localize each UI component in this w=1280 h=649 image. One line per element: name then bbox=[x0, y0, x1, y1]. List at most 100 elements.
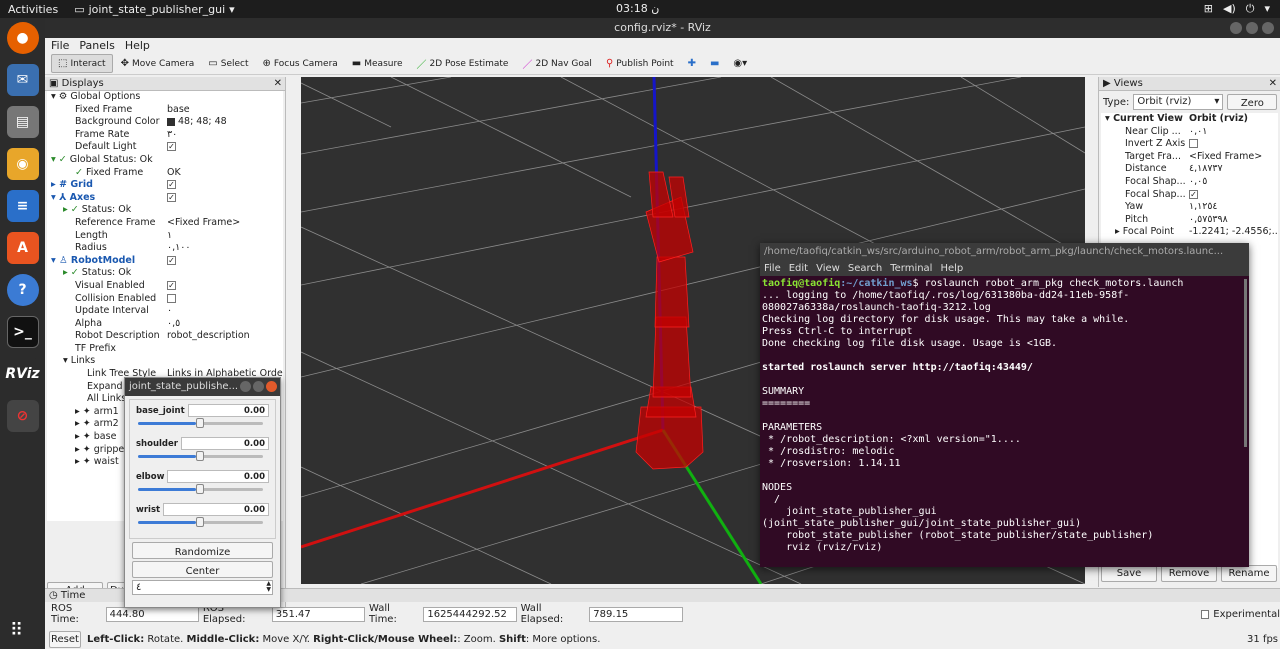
enabled-checkbox[interactable]: ✓ bbox=[167, 180, 176, 190]
terminal-icon[interactable]: >_ bbox=[6, 316, 39, 348]
help-icon[interactable]: ? bbox=[6, 274, 39, 306]
view-checkbox[interactable]: ✓ bbox=[1189, 189, 1198, 199]
maximize-button[interactable] bbox=[253, 381, 264, 392]
menu-help[interactable]: Help bbox=[125, 39, 150, 52]
display-row-value[interactable] bbox=[167, 91, 283, 104]
slider-handle[interactable] bbox=[196, 451, 204, 461]
tree-expander-icon[interactable]: ▾ ♙ bbox=[51, 255, 71, 266]
close-icon[interactable]: ✕ bbox=[274, 77, 282, 91]
view-row[interactable]: Target Fra... <Fixed Frame> bbox=[1101, 151, 1278, 164]
display-row[interactable]: ▾ Links bbox=[47, 355, 283, 368]
ros-elapsed-field[interactable]: 351.47 bbox=[271, 606, 365, 622]
terminal-menu-item[interactable]: Edit bbox=[789, 261, 808, 276]
view-row-value[interactable]: ✓ bbox=[1189, 189, 1278, 202]
view-row-value[interactable]: ٠,٠٥ bbox=[1189, 176, 1278, 189]
close-icon[interactable]: ✕ bbox=[1269, 77, 1277, 91]
minimize-button[interactable] bbox=[240, 381, 251, 392]
terminal-output[interactable]: taofiq@taofiq:~/catkin_ws$ roslaunch rob… bbox=[760, 276, 1249, 565]
slider-handle[interactable] bbox=[196, 484, 204, 494]
tree-expander-icon[interactable]: ✓ bbox=[75, 167, 86, 178]
tree-expander-icon[interactable]: ▸ bbox=[1115, 226, 1123, 237]
view-row-value[interactable]: ٠,٥٧٥٣٩٨ bbox=[1189, 214, 1278, 227]
display-row[interactable]: ▾ ♙ RobotModel ✓ bbox=[47, 255, 283, 268]
enabled-checkbox[interactable]: ✓ bbox=[167, 255, 176, 265]
jsp-titlebar[interactable]: joint_state_publishe... bbox=[125, 378, 280, 396]
system-tray[interactable]: ⊞ ◀) ⏻ ▾ bbox=[1204, 2, 1270, 16]
terminal-menu-item[interactable]: Help bbox=[940, 261, 963, 276]
display-row[interactable]: ▸ # Grid ✓ bbox=[47, 179, 283, 192]
save-view-button[interactable]: Save bbox=[1101, 565, 1157, 582]
view-row-value[interactable]: Orbit (rviz) bbox=[1189, 113, 1278, 126]
view-type-select[interactable]: Orbit (rviz) ▾ bbox=[1133, 94, 1224, 110]
show-applications-icon[interactable]: ⠿ bbox=[10, 620, 23, 641]
remove-view-button[interactable]: Remove bbox=[1161, 565, 1217, 582]
tree-expander-icon[interactable]: ▸ ✦ bbox=[75, 444, 94, 455]
interact-tool[interactable]: ⬚ Interact bbox=[51, 54, 113, 73]
joint-slider[interactable] bbox=[136, 516, 269, 528]
reset-button[interactable]: Reset bbox=[49, 630, 81, 648]
terminal-titlebar[interactable]: /home/taofiq/catkin_ws/src/arduino_robot… bbox=[760, 243, 1249, 261]
terminal-menu-item[interactable]: View bbox=[816, 261, 840, 276]
move-camera-tool[interactable]: ✥ Move Camera bbox=[115, 55, 201, 72]
center-button[interactable]: Center bbox=[132, 561, 273, 578]
joint-count-spinbox[interactable]: ٤ ▲ ▼ bbox=[132, 580, 273, 595]
view-row[interactable]: Near Clip ... ٠,٠١ bbox=[1101, 126, 1278, 139]
display-row[interactable]: Update Interval ٠ bbox=[47, 305, 283, 318]
display-row-value[interactable]: ✓ bbox=[167, 192, 283, 205]
blocked-app-icon[interactable]: ⊘ bbox=[6, 400, 39, 432]
joint-value-field[interactable]: 0.00 bbox=[187, 404, 269, 417]
view-checkbox[interactable] bbox=[1189, 139, 1198, 149]
terminal-menu-item[interactable]: Terminal bbox=[890, 261, 932, 276]
tree-expander-icon[interactable]: ▸ ✓ bbox=[63, 204, 82, 215]
remove-tool-button[interactable]: ▬ bbox=[704, 55, 725, 72]
display-row[interactable]: ▸ ✓ Status: Ok bbox=[47, 204, 283, 217]
display-row-value[interactable]: ٠,١٠٠ bbox=[167, 242, 283, 255]
color-swatch[interactable] bbox=[167, 117, 175, 126]
display-row[interactable]: ▸ ✓ Status: Ok bbox=[47, 267, 283, 280]
close-button[interactable] bbox=[1262, 22, 1274, 34]
tool-properties-button[interactable]: ◉▾ bbox=[727, 55, 753, 72]
pose-estimate-tool[interactable]: ／ 2D Pose Estimate bbox=[411, 53, 515, 74]
joint-value-field[interactable]: 0.00 bbox=[163, 503, 269, 516]
ros-time-field[interactable]: 444.80 bbox=[105, 606, 199, 622]
display-row[interactable]: Robot Description robot_description bbox=[47, 330, 283, 343]
tree-expander-icon[interactable]: ▸ ✓ bbox=[63, 267, 82, 278]
tree-expander-icon[interactable]: ▸ ✦ bbox=[75, 431, 94, 442]
view-row[interactable]: Distance ٤,١٨٧٣٧ bbox=[1101, 163, 1278, 176]
tree-expander-icon[interactable]: ▸ ✦ bbox=[75, 456, 94, 467]
tree-expander-icon[interactable]: ▸ # bbox=[51, 179, 70, 190]
display-row-value[interactable]: OK bbox=[167, 167, 283, 180]
display-row[interactable]: Background Color 48; 48; 48 bbox=[47, 116, 283, 129]
display-row-value[interactable] bbox=[167, 355, 283, 368]
display-row[interactable]: Default Light ✓ bbox=[47, 141, 283, 154]
display-row[interactable]: ✓ Fixed Frame OK bbox=[47, 167, 283, 180]
rhythmbox-icon[interactable]: ◉ bbox=[6, 148, 39, 180]
tree-expander-icon[interactable]: ▸ ✦ bbox=[75, 418, 94, 429]
display-row[interactable]: Reference Frame <Fixed Frame> bbox=[47, 217, 283, 230]
display-row[interactable]: TF Prefix bbox=[47, 343, 283, 356]
view-row-value[interactable]: ٠,٠١ bbox=[1189, 126, 1278, 139]
display-row[interactable]: Alpha ٠,٥ bbox=[47, 318, 283, 331]
enabled-checkbox[interactable]: ✓ bbox=[167, 280, 176, 290]
window-titlebar[interactable]: config.rviz* - RViz bbox=[45, 18, 1280, 38]
display-row[interactable]: ▾ ⅄ Axes ✓ bbox=[47, 192, 283, 205]
nav-goal-tool[interactable]: ／ 2D Nav Goal bbox=[516, 53, 597, 74]
app-menu[interactable]: ▭ joint_state_publisher_gui ▾ bbox=[66, 3, 242, 16]
rename-view-button[interactable]: Rename bbox=[1221, 565, 1277, 582]
display-row[interactable]: Fixed Frame base bbox=[47, 104, 283, 117]
tree-expander-icon[interactable]: ▸ ✦ bbox=[75, 406, 94, 417]
display-row-value[interactable] bbox=[167, 343, 283, 356]
terminal-scrollbar[interactable] bbox=[1244, 279, 1247, 447]
display-row-value[interactable]: ٣٠ bbox=[167, 129, 283, 142]
spin-arrows-icon[interactable]: ▲ ▼ bbox=[266, 581, 271, 593]
tree-expander-icon[interactable]: ▾ ⚙ bbox=[51, 91, 70, 102]
firefox-icon[interactable]: ● bbox=[6, 22, 39, 54]
display-row-value[interactable]: ٠ bbox=[167, 305, 283, 318]
terminal-menu-item[interactable]: File bbox=[764, 261, 781, 276]
display-row-value[interactable]: 48; 48; 48 bbox=[167, 116, 283, 129]
software-center-icon[interactable]: A bbox=[6, 232, 39, 264]
add-tool-button[interactable]: ✚ bbox=[682, 55, 702, 72]
enabled-checkbox[interactable] bbox=[167, 293, 176, 303]
view-row[interactable]: Focal Shap... ✓ bbox=[1101, 189, 1278, 202]
display-row[interactable]: ▾ ⚙ Global Options bbox=[47, 91, 283, 104]
